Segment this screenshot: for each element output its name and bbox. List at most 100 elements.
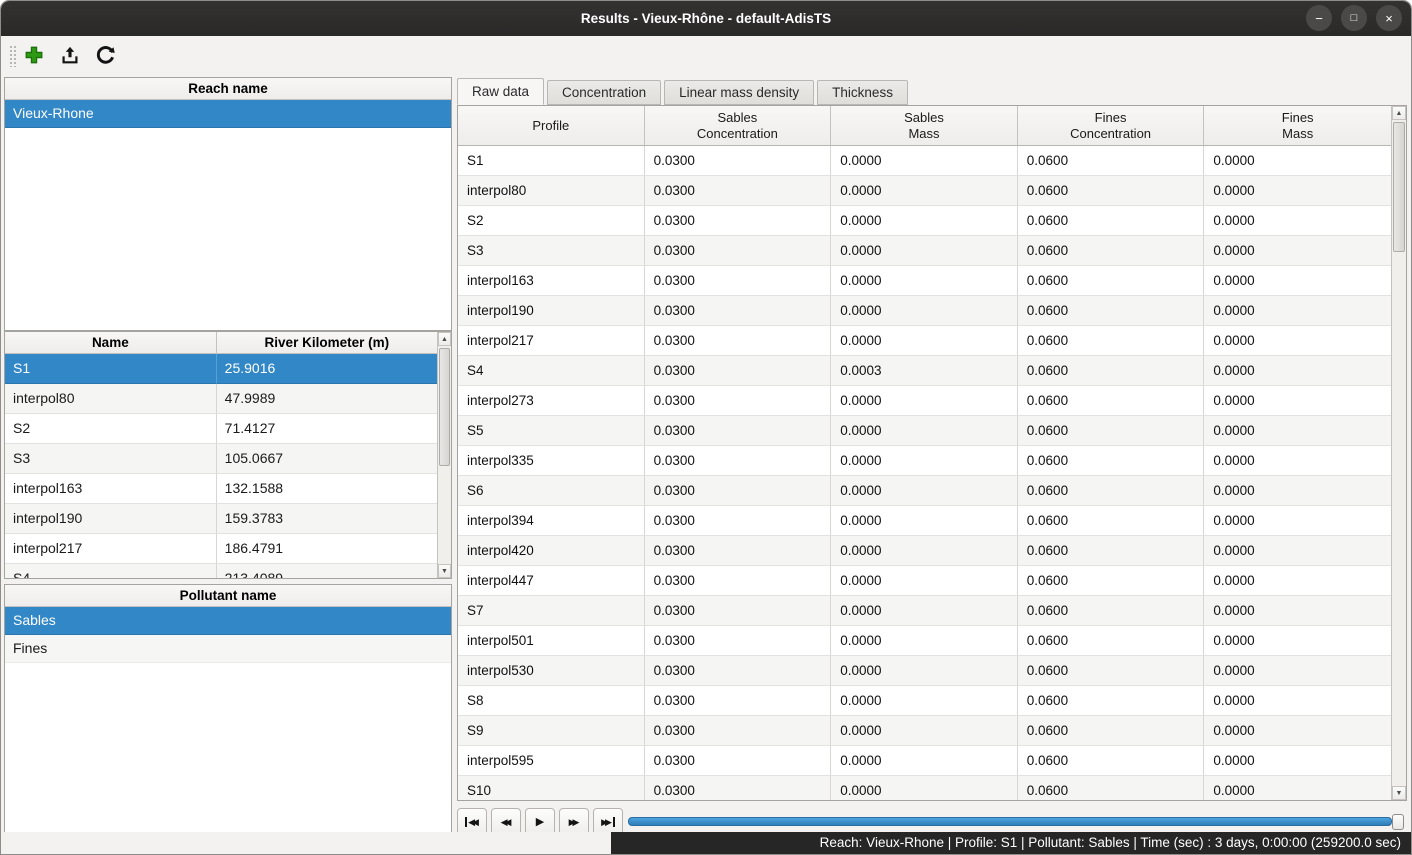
pollutant-list-item[interactable]: Sables — [5, 607, 451, 635]
value-cell: 0.0300 — [645, 326, 832, 356]
table-row[interactable]: interpol3350.03000.00000.06000.0000 — [458, 446, 1391, 476]
table-row[interactable]: interpol1630.03000.00000.06000.0000 — [458, 266, 1391, 296]
value-cell: 0.0300 — [645, 596, 832, 626]
table-row[interactable]: interpol1900.03000.00000.06000.0000 — [458, 296, 1391, 326]
profile-cell: interpol530 — [458, 656, 645, 686]
value-cell: 0.0300 — [645, 146, 832, 176]
slider-handle[interactable] — [1392, 814, 1404, 830]
value-cell: 0.0300 — [645, 236, 832, 266]
value-cell: 0.0000 — [831, 386, 1018, 416]
table-row[interactable]: interpol190159.3783 — [5, 504, 437, 534]
value-cell: 0.0600 — [1018, 716, 1205, 746]
reach-list: Vieux-Rhone — [5, 100, 451, 128]
value-cell: 0.0300 — [645, 746, 832, 776]
table-row[interactable]: S80.03000.00000.06000.0000 — [458, 686, 1391, 716]
table-row[interactable]: S125.9016 — [5, 354, 437, 384]
scroll-up-arrow-icon[interactable]: ▲ — [438, 332, 451, 346]
name-cell: interpol80 — [5, 384, 217, 414]
table-row[interactable]: interpol4200.03000.00000.06000.0000 — [458, 536, 1391, 566]
table-row[interactable]: interpol4470.03000.00000.06000.0000 — [458, 566, 1391, 596]
header-line2: Mass — [908, 126, 939, 142]
export-button[interactable] — [56, 41, 83, 68]
stations-scrollbar[interactable]: ▲ ▼ — [437, 332, 451, 578]
header-cell[interactable]: SablesMass — [831, 106, 1018, 145]
table-row[interactable]: S50.03000.00000.06000.0000 — [458, 416, 1391, 446]
header-cell[interactable]: SablesConcentration — [645, 106, 832, 145]
slider-fill — [628, 817, 1392, 826]
table-row[interactable]: interpol217186.4791 — [5, 534, 437, 564]
scroll-down-arrow-icon[interactable]: ▼ — [1392, 786, 1406, 800]
time-slider[interactable] — [628, 813, 1404, 831]
table-row[interactable]: interpol3940.03000.00000.06000.0000 — [458, 506, 1391, 536]
value-cell: 0.0300 — [645, 416, 832, 446]
value-cell: 0.0000 — [1204, 416, 1391, 446]
header-cell[interactable]: Profile — [458, 106, 645, 145]
table-row[interactable]: S70.03000.00000.06000.0000 — [458, 596, 1391, 626]
table-row[interactable]: S10.03000.00000.06000.0000 — [458, 146, 1391, 176]
refresh-button[interactable] — [92, 41, 119, 68]
minimize-button[interactable]: − — [1306, 5, 1332, 31]
reach-list-item[interactable]: Vieux-Rhone — [5, 100, 451, 128]
value-cell: 0.0000 — [831, 626, 1018, 656]
close-button[interactable]: × — [1376, 5, 1402, 31]
value-cell: 0.0600 — [1018, 686, 1205, 716]
tab-concentration[interactable]: Concentration — [547, 80, 661, 105]
scrollbar-thumb[interactable] — [439, 348, 450, 466]
table-row[interactable]: S30.03000.00000.06000.0000 — [458, 236, 1391, 266]
km-cell: 25.9016 — [217, 354, 437, 384]
results-table: ProfileSablesConcentrationSablesMassFine… — [457, 105, 1407, 801]
header-cell[interactable]: FinesMass — [1204, 106, 1391, 145]
results-table-body: S10.03000.00000.06000.0000interpol800.03… — [458, 146, 1391, 800]
stations-header-name[interactable]: Name — [5, 332, 217, 353]
value-cell: 0.0600 — [1018, 326, 1205, 356]
name-cell: interpol163 — [5, 474, 217, 504]
value-cell: 0.0000 — [1204, 176, 1391, 206]
profile-cell: interpol190 — [458, 296, 645, 326]
profile-cell: S7 — [458, 596, 645, 626]
table-row[interactable]: interpol8047.9989 — [5, 384, 437, 414]
scroll-up-arrow-icon[interactable]: ▲ — [1392, 106, 1406, 120]
header-line1: Fines — [1282, 110, 1314, 126]
value-cell: 0.0300 — [645, 356, 832, 386]
value-cell: 0.0300 — [645, 176, 832, 206]
table-row[interactable]: interpol2730.03000.00000.06000.0000 — [458, 386, 1391, 416]
value-cell: 0.0000 — [1204, 266, 1391, 296]
scroll-down-arrow-icon[interactable]: ▼ — [438, 564, 451, 578]
header-cell[interactable]: FinesConcentration — [1018, 106, 1205, 145]
maximize-button[interactable]: □ — [1341, 5, 1367, 31]
value-cell: 0.0000 — [1204, 476, 1391, 506]
table-row[interactable]: S100.03000.00000.06000.0000 — [458, 776, 1391, 800]
table-row[interactable]: interpol2170.03000.00000.06000.0000 — [458, 326, 1391, 356]
table-row[interactable]: interpol5010.03000.00000.06000.0000 — [458, 626, 1391, 656]
tab-raw-data[interactable]: Raw data — [457, 78, 544, 105]
table-row[interactable]: S60.03000.00000.06000.0000 — [458, 476, 1391, 506]
table-row[interactable]: interpol163132.1588 — [5, 474, 437, 504]
value-cell: 0.0000 — [831, 686, 1018, 716]
value-cell: 0.0000 — [831, 296, 1018, 326]
table-row[interactable]: S271.4127 — [5, 414, 437, 444]
pollutant-list-item[interactable]: Fines — [5, 635, 451, 663]
table-row[interactable]: interpol5950.03000.00000.06000.0000 — [458, 746, 1391, 776]
table-row[interactable]: S90.03000.00000.06000.0000 — [458, 716, 1391, 746]
table-row[interactable]: interpol800.03000.00000.06000.0000 — [458, 176, 1391, 206]
value-cell: 0.0300 — [645, 476, 832, 506]
tab-thickness[interactable]: Thickness — [817, 80, 908, 105]
toolbar-drag-handle-icon[interactable] — [9, 45, 17, 67]
table-row[interactable]: S40.03000.00030.06000.0000 — [458, 356, 1391, 386]
add-button[interactable] — [20, 41, 47, 68]
table-row[interactable]: interpol5300.03000.00000.06000.0000 — [458, 656, 1391, 686]
toolbar — [1, 36, 1411, 74]
titlebar[interactable]: Results - Vieux-Rhône - default-AdisTS −… — [1, 1, 1411, 36]
tab-linear-mass-density[interactable]: Linear mass density — [664, 80, 814, 105]
profile-cell: interpol420 — [458, 536, 645, 566]
scrollbar-thumb[interactable] — [1393, 122, 1405, 252]
table-row[interactable]: S3105.0667 — [5, 444, 437, 474]
value-cell: 0.0300 — [645, 446, 832, 476]
results-scrollbar[interactable]: ▲ ▼ — [1391, 106, 1406, 800]
value-cell: 0.0000 — [831, 656, 1018, 686]
table-row[interactable]: S4213.4089 — [5, 564, 437, 578]
stations-header-km[interactable]: River Kilometer (m) — [217, 332, 437, 353]
plus-icon — [23, 44, 45, 66]
profile-cell: interpol80 — [458, 176, 645, 206]
table-row[interactable]: S20.03000.00000.06000.0000 — [458, 206, 1391, 236]
